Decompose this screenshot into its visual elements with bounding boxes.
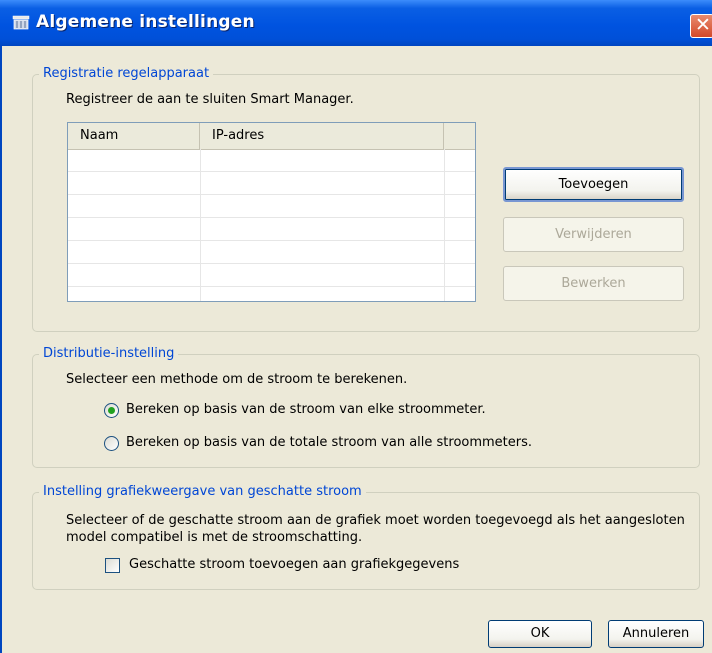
distribution-description: Selecteer een methode om de stroom te be… (66, 372, 408, 387)
ok-button[interactable]: OK (488, 620, 592, 648)
graph-legend: Instelling grafiekweergave van geschatte… (39, 484, 366, 499)
dialog-window: Algemene instellingen ✕ Registratie rege… (0, 0, 712, 653)
table-header: Naam IP-adres (68, 123, 475, 150)
table-row[interactable] (68, 172, 475, 195)
radio-selected-dot (108, 407, 115, 414)
cancel-button[interactable]: Annuleren (608, 620, 704, 648)
registration-description: Registreer de aan te sluiten Smart Manag… (66, 92, 354, 107)
close-icon: ✕ (695, 14, 711, 36)
distribution-legend: Distributie-instelling (39, 346, 179, 361)
column-divider (200, 149, 201, 301)
graph-description-line1: Selecteer of de geschatte stroom aan de … (66, 513, 685, 528)
delete-button[interactable]: Verwijderen (503, 217, 684, 252)
table-row[interactable] (68, 287, 475, 301)
settings-window-icon (12, 15, 30, 30)
graph-group: Instelling grafiekweergave van geschatte… (32, 484, 700, 590)
title-bar[interactable]: Algemene instellingen ✕ (0, 0, 712, 46)
column-header-name[interactable]: Naam (68, 123, 200, 149)
estimated-current-checkbox[interactable] (105, 558, 120, 573)
close-button[interactable]: ✕ (690, 14, 712, 38)
dialog-client: Registratie regelapparaat Registreer de … (0, 46, 712, 653)
radio-each-meter-label[interactable]: Bereken op basis van de stroom van elke … (126, 402, 486, 417)
table-row[interactable] (68, 241, 475, 264)
add-button[interactable]: Toevoegen (503, 167, 684, 202)
controllers-table[interactable]: Naam IP-adres (67, 122, 476, 302)
radio-total-meters-label[interactable]: Bereken op basis van de totale stroom va… (126, 435, 532, 450)
window-title: Algemene instellingen (36, 12, 255, 32)
estimated-current-checkbox-label[interactable]: Geschatte stroom toevoegen aan grafiekge… (129, 557, 459, 572)
column-header-filler (444, 123, 475, 149)
column-header-ip[interactable]: IP-adres (200, 123, 444, 149)
registration-legend: Registratie regelapparaat (39, 66, 214, 81)
radio-each-meter[interactable] (104, 403, 119, 418)
radio-total-meters[interactable] (104, 436, 119, 451)
graph-description-line2: model compatibel is met de stroomschatti… (66, 530, 363, 545)
table-row[interactable] (68, 218, 475, 241)
edit-button[interactable]: Bewerken (503, 266, 684, 301)
column-divider (444, 149, 445, 301)
table-row[interactable] (68, 149, 475, 172)
table-row[interactable] (68, 264, 475, 287)
table-row[interactable] (68, 195, 475, 218)
